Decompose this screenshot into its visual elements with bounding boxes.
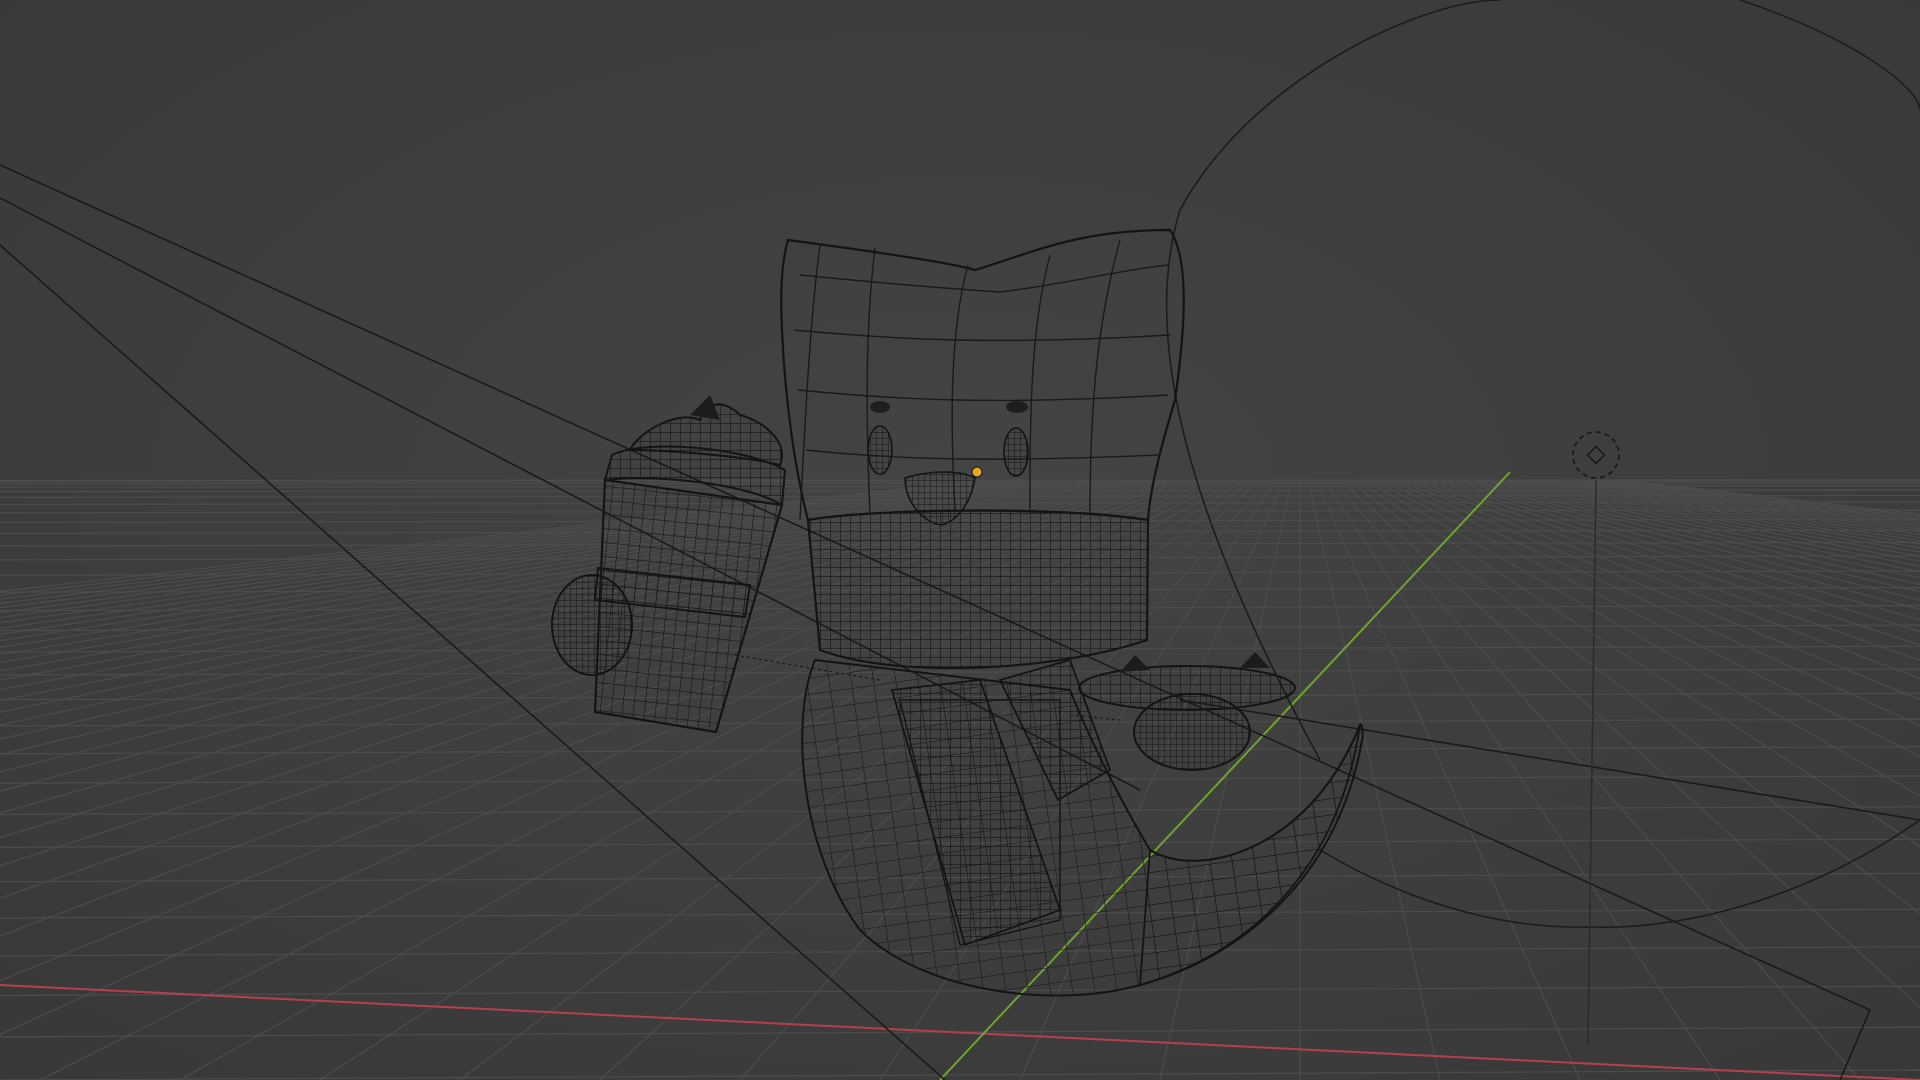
object-origin (971, 466, 983, 478)
3d-viewport[interactable] (0, 0, 1920, 1080)
left-eye (867, 425, 893, 475)
right-eye (1003, 427, 1029, 477)
right-brow (1006, 401, 1028, 413)
left-brow (870, 401, 890, 413)
viewport-canvas[interactable] (0, 0, 1920, 1080)
left-hand[interactable] (551, 574, 633, 676)
right-hand[interactable] (1133, 693, 1251, 771)
